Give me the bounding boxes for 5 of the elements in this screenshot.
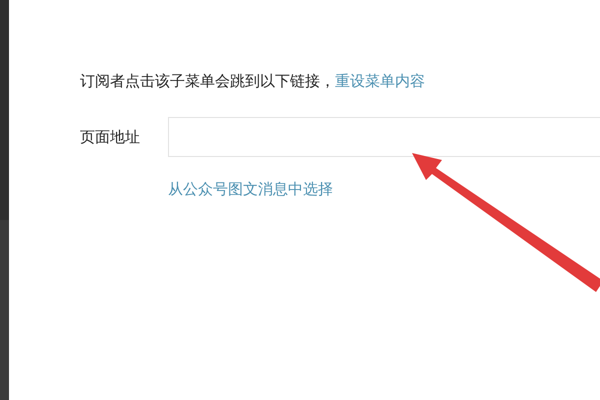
url-input-field[interactable] [168,117,600,157]
description-text: 订阅者点击该子菜单会跳到以下链接， [80,72,335,91]
field-label: 页面地址 [80,128,141,146]
select-article-link[interactable]: 从公众号图文消息中选择 [168,180,333,198]
reset-menu-link[interactable]: 重设菜单内容 [335,72,425,91]
